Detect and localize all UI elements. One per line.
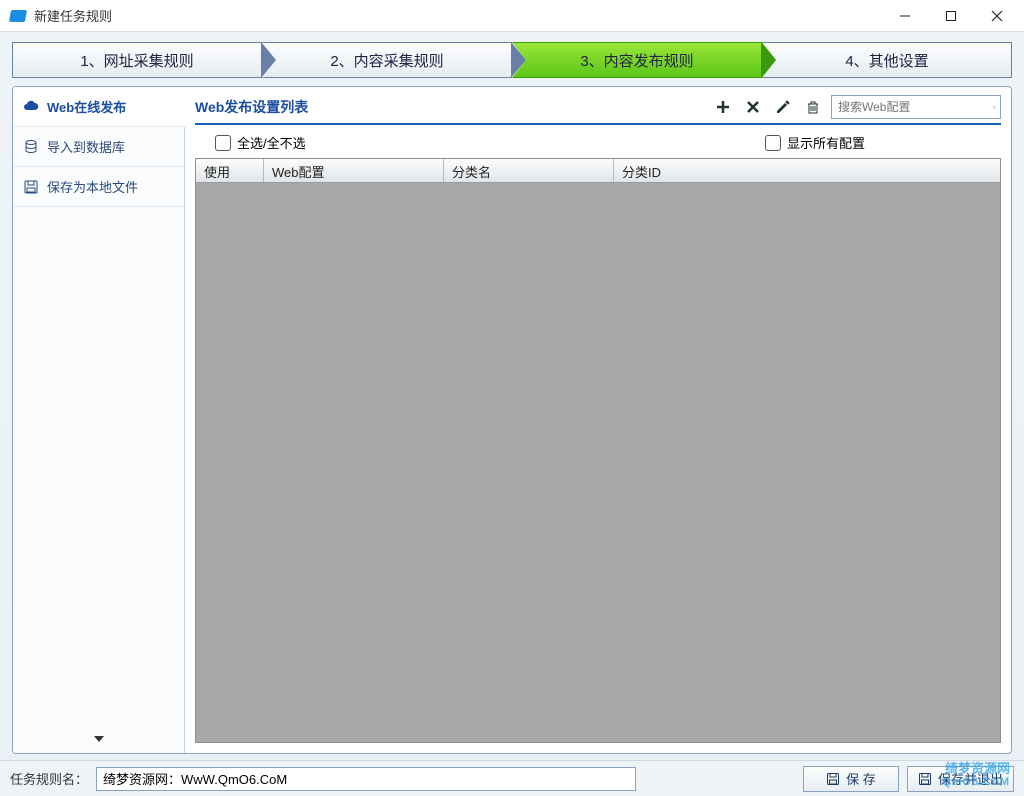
database-icon <box>23 139 39 155</box>
rule-name-input[interactable] <box>96 767 636 791</box>
step-content-collect[interactable]: 2、内容采集规则 <box>262 42 512 78</box>
save-exit-button-label: 保存并退出 <box>938 769 1003 788</box>
step-2-label: 2、内容采集规则 <box>330 50 443 71</box>
save-button[interactable]: 保 存 <box>803 766 899 792</box>
content-frame: Web在线发布 导入到数据库 保存为本地文件 <box>12 86 1012 754</box>
web-publish-panel: Web发布设置列表 <box>185 87 1011 753</box>
sidebar-expand-button[interactable] <box>92 732 106 747</box>
app-icon <box>9 10 27 22</box>
col-use[interactable]: 使用 <box>196 159 264 182</box>
wizard-steps: 1、网址采集规则 2、内容采集规则 3、内容发布规则 4、其他设置 <box>12 42 1012 78</box>
sidebar-item-save-local[interactable]: 保存为本地文件 <box>13 167 184 207</box>
step-4-label: 4、其他设置 <box>845 50 928 71</box>
maximize-button[interactable] <box>928 1 974 31</box>
titlebar: 新建任务规则 <box>0 0 1024 32</box>
edit-button[interactable] <box>771 96 795 118</box>
search-icon[interactable] <box>993 99 996 115</box>
minimize-button[interactable] <box>882 1 928 31</box>
close-button[interactable] <box>974 1 1020 31</box>
publish-sidebar: Web在线发布 导入到数据库 保存为本地文件 <box>13 87 185 753</box>
sidebar-item-label: 保存为本地文件 <box>47 177 138 196</box>
rule-name-label: 任务规则名： <box>10 769 88 788</box>
add-button[interactable] <box>711 96 735 118</box>
sidebar-item-label: Web在线发布 <box>47 97 126 116</box>
save-button-label: 保 存 <box>846 769 876 788</box>
step-3-label: 3、内容发布规则 <box>580 50 693 71</box>
step-other-settings[interactable]: 4、其他设置 <box>762 42 1012 78</box>
window-title: 新建任务规则 <box>34 6 112 25</box>
save-file-icon <box>23 179 39 195</box>
step-content-publish[interactable]: 3、内容发布规则 <box>512 42 762 78</box>
search-box[interactable] <box>831 95 1001 119</box>
options-row: 全选/全不选 显示所有配置 <box>195 125 1001 158</box>
footer-bar: 任务规则名： 保 存 保存并退出 <box>0 760 1024 796</box>
remove-button[interactable] <box>741 96 765 118</box>
search-input[interactable] <box>838 100 993 114</box>
delete-button[interactable] <box>801 96 825 118</box>
select-all-checkbox[interactable]: 全选/全不选 <box>215 133 306 152</box>
sidebar-item-web-publish[interactable]: Web在线发布 <box>13 87 185 127</box>
show-all-label: 显示所有配置 <box>787 133 865 152</box>
save-exit-button[interactable]: 保存并退出 <box>907 766 1014 792</box>
panel-toolbar: Web发布设置列表 <box>195 95 1001 125</box>
sidebar-item-label: 导入到数据库 <box>47 137 125 156</box>
show-all-checkbox[interactable]: 显示所有配置 <box>765 133 865 152</box>
step-url-collect[interactable]: 1、网址采集规则 <box>12 42 262 78</box>
select-all-label: 全选/全不选 <box>237 133 306 152</box>
cloud-icon <box>23 99 39 115</box>
table-header: 使用 Web配置 分类名 分类ID <box>196 159 1000 183</box>
col-category-name[interactable]: 分类名 <box>444 159 614 182</box>
col-category-id[interactable]: 分类ID <box>614 159 1000 182</box>
panel-title: Web发布设置列表 <box>195 97 308 117</box>
main-area: 1、网址采集规则 2、内容采集规则 3、内容发布规则 4、其他设置 <box>0 32 1024 760</box>
step-1-label: 1、网址采集规则 <box>80 50 193 71</box>
config-table[interactable]: 使用 Web配置 分类名 分类ID <box>195 158 1001 743</box>
app-window: 新建任务规则 1、网址采集规则 2、内容采集规则 <box>0 0 1024 796</box>
sidebar-item-import-db[interactable]: 导入到数据库 <box>13 127 184 167</box>
col-web-config[interactable]: Web配置 <box>264 159 444 182</box>
